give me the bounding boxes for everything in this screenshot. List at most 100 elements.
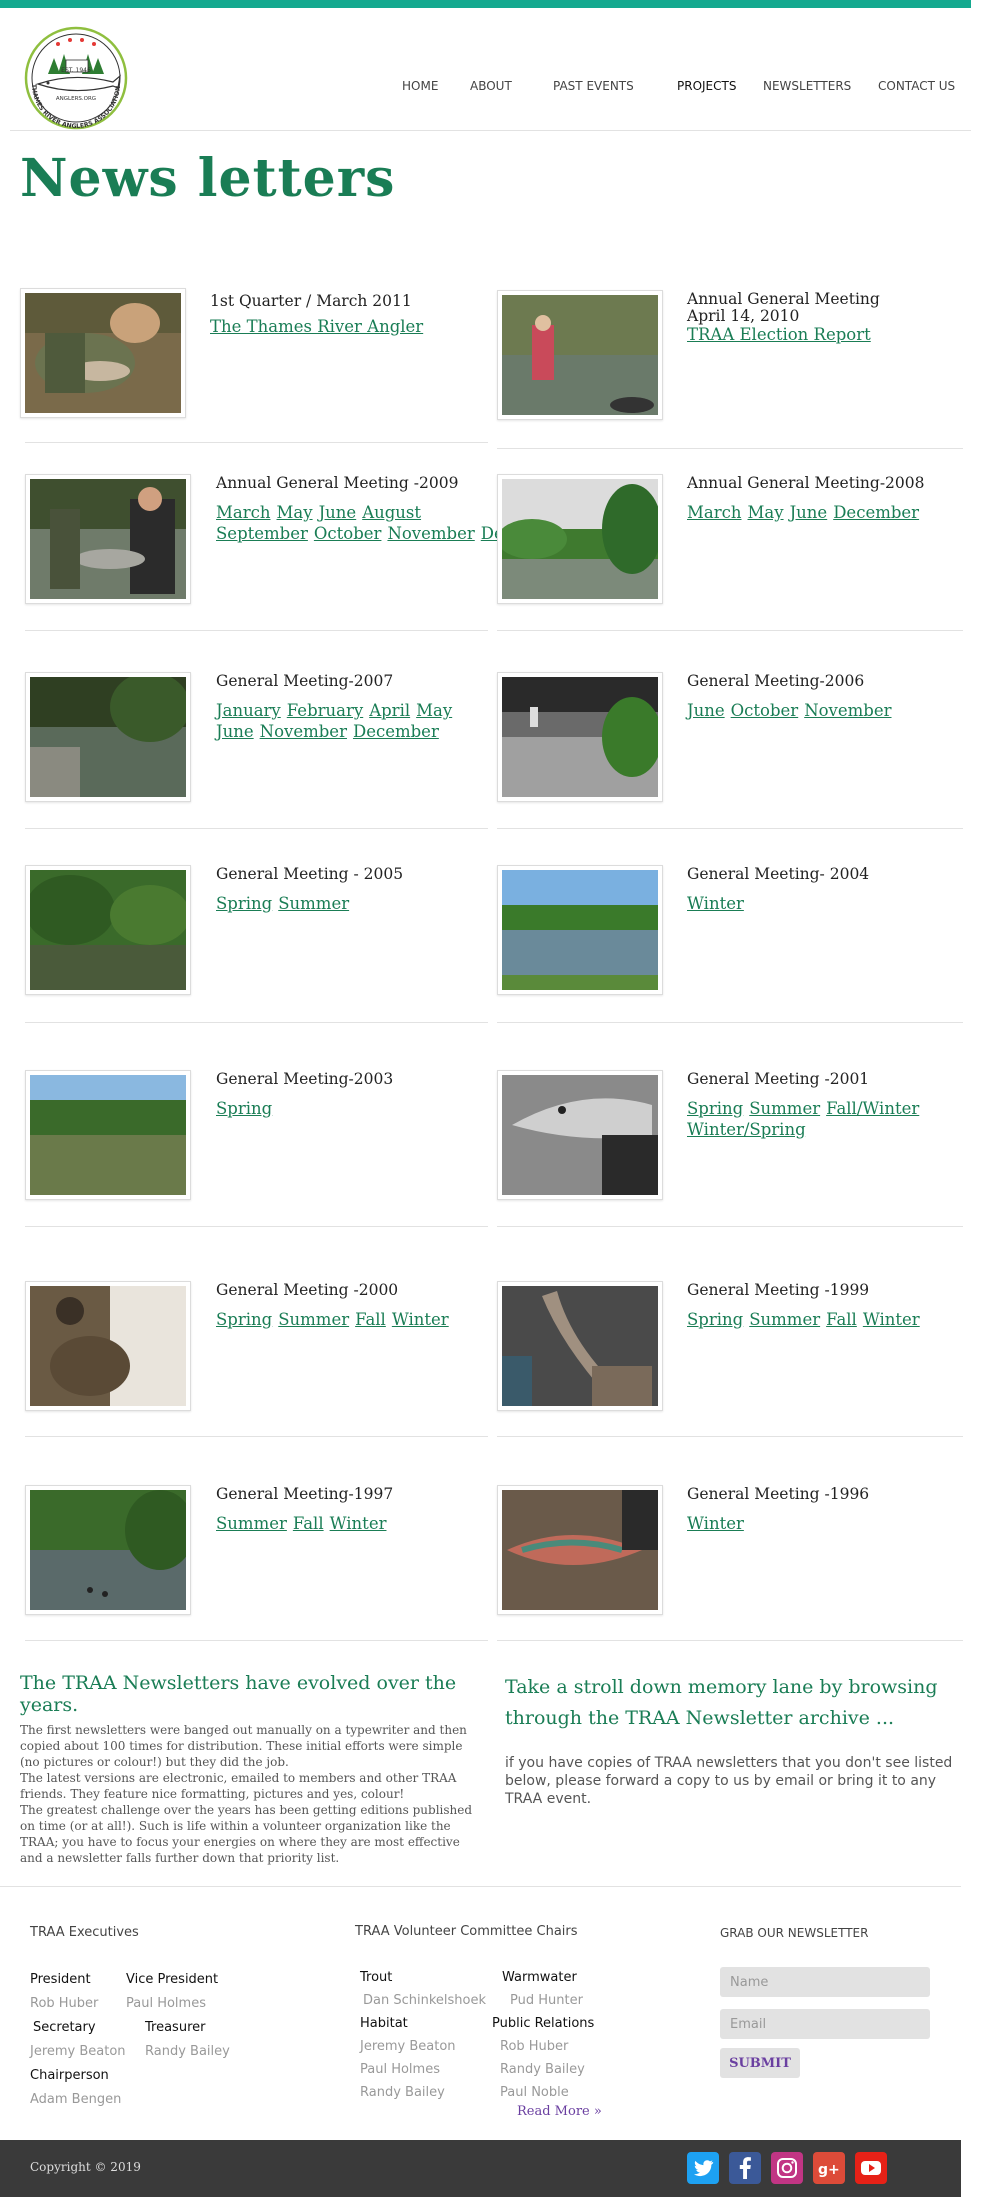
link-2005-spring[interactable]: Spring <box>216 894 272 913</box>
card-title: Annual General Meeting-2008 <box>687 474 925 492</box>
photo-green-river <box>25 865 191 995</box>
youtube-icon[interactable] <box>855 2152 887 2184</box>
link-2005-summer[interactable]: Summer <box>278 894 349 913</box>
link-2009-october[interactable]: October <box>314 524 382 543</box>
link-2000-spring[interactable]: Spring <box>216 1310 272 1329</box>
link-1997-fall[interactable]: Fall <box>293 1514 324 1533</box>
link-1996-winter[interactable]: Winter <box>687 1514 744 1533</box>
evolved-line: and a newsletter falls further down that… <box>20 1851 340 1865</box>
link-2007-november[interactable]: November <box>260 722 347 741</box>
card-title: General Meeting -1999 <box>687 1281 870 1299</box>
nav-past-events[interactable]: PAST EVENTS <box>553 79 634 93</box>
link-2009-september[interactable]: September <box>216 524 308 543</box>
nav-newsletters[interactable]: NEWSLETTERS <box>763 79 851 93</box>
submit-button[interactable]: SUBMIT <box>720 2048 800 2078</box>
habitat-label: Habitat <box>360 2016 408 2031</box>
link-2000-summer[interactable]: Summer <box>278 1310 349 1329</box>
photo-river-bank <box>25 672 191 802</box>
read-more-link[interactable]: Read More » <box>517 2104 602 2119</box>
newsletter-card-2011: 1st Quarter / March 2011 The Thames Rive… <box>20 288 480 438</box>
photo-wide-river <box>25 1070 191 1200</box>
link-1999-winter[interactable]: Winter <box>863 1310 920 1329</box>
card-title: 1st Quarter / March 2011 <box>210 292 412 310</box>
newsletter-link-thames-river-angler[interactable]: The Thames River Angler <box>210 317 423 336</box>
link-2000-fall[interactable]: Fall <box>355 1310 386 1329</box>
link-2001-winter-spring[interactable]: Winter/Spring <box>687 1120 806 1139</box>
link-1999-spring[interactable]: Spring <box>687 1310 743 1329</box>
link-2006-june[interactable]: June <box>687 701 725 720</box>
logo-est-text: EST. 1946 <box>61 67 91 74</box>
email-field[interactable] <box>720 2009 930 2039</box>
link-2007-december[interactable]: December <box>353 722 439 741</box>
card-links: Winter <box>687 1513 957 1534</box>
card-links: June October November <box>687 700 957 721</box>
executives-heading: TRAA Executives <box>30 1925 139 1940</box>
name-field[interactable] <box>720 1967 930 1997</box>
link-2006-october[interactable]: October <box>731 701 799 720</box>
row-divider <box>497 630 963 631</box>
link-2008-june[interactable]: June <box>790 503 828 522</box>
link-1997-summer[interactable]: Summer <box>216 1514 287 1533</box>
stroll-heading: Take a stroll down memory lane by browsi… <box>505 1676 938 1729</box>
newsletter-card-1997: General Meeting-1997 Summer Fall Winter <box>25 1485 485 1635</box>
link-2009-november[interactable]: November <box>387 524 474 543</box>
copyright-text: Copyright © 2019 <box>30 2160 141 2174</box>
link-1999-fall[interactable]: Fall <box>826 1310 857 1329</box>
row-divider <box>25 442 488 443</box>
chairperson-name: Adam Bengen <box>30 2092 122 2107</box>
card-links: TRAA Election Report <box>687 324 957 345</box>
public-relations-name: Randy Bailey <box>500 2062 585 2077</box>
link-1999-summer[interactable]: Summer <box>749 1310 820 1329</box>
link-2009-may[interactable]: May <box>277 503 313 522</box>
link-2008-december[interactable]: December <box>833 503 919 522</box>
evolved-line: (no pictures or colour!) but they did th… <box>20 1755 289 1769</box>
warmwater-label: Warmwater <box>502 1970 577 1985</box>
link-2001-spring[interactable]: Spring <box>687 1099 743 1118</box>
link-2009-march[interactable]: March <box>216 503 271 522</box>
evolved-line: TRAA; you have to focus your energies on… <box>20 1835 460 1849</box>
nav-about[interactable]: ABOUT <box>470 79 512 93</box>
link-2004-winter[interactable]: Winter <box>687 894 744 913</box>
link-2001-fall-winter[interactable]: Fall/Winter <box>826 1099 919 1118</box>
row-divider <box>497 1022 963 1023</box>
link-2006-november[interactable]: November <box>804 701 891 720</box>
link-1997-winter[interactable]: Winter <box>330 1514 387 1533</box>
row-divider <box>497 828 963 829</box>
link-2008-may[interactable]: May <box>748 503 784 522</box>
logo-url-text: ANGLERS.ORG <box>56 96 96 102</box>
row-divider <box>497 1226 963 1227</box>
link-2009-august[interactable]: August <box>362 503 421 522</box>
link-2007-february[interactable]: February <box>287 701 363 720</box>
evolved-line: The greatest challenge over the years ha… <box>20 1803 473 1817</box>
link-2008-march[interactable]: March <box>687 503 742 522</box>
link-2007-april[interactable]: April <box>369 701 410 720</box>
public-relations-name: Paul Noble <box>500 2085 569 2100</box>
photo-wader-in-river <box>497 290 663 420</box>
traa-logo[interactable]: EST. 1946 ANGLERS.ORG THAMES RIVER ANGLE… <box>18 24 138 134</box>
secretary-name: Jeremy Beaton <box>30 2044 126 2059</box>
facebook-icon[interactable] <box>729 2152 761 2184</box>
newsletter-card-2001: General Meeting -2001 Spring Summer Fall/W… <box>497 1070 957 1220</box>
newsletter-link-election-report[interactable]: TRAA Election Report <box>687 325 871 344</box>
vice-president-label: Vice President <box>126 1972 219 1987</box>
link-2007-january[interactable]: January <box>216 701 281 720</box>
link-2007-may[interactable]: May <box>416 701 452 720</box>
main-nav: HOME ABOUT PAST EVENTS PROJECTS NEWSLETT… <box>390 79 970 99</box>
newsletter-card-2007: General Meeting-2007 January February Apri… <box>25 672 485 822</box>
link-2007-june[interactable]: June <box>216 722 254 741</box>
nav-home[interactable]: HOME <box>402 79 438 93</box>
twitter-icon[interactable] <box>687 2152 719 2184</box>
link-2009-june[interactable]: June <box>319 503 357 522</box>
newsletter-card-1996: General Meeting -1996 Winter <box>497 1485 957 1635</box>
nav-contact-us[interactable]: CONTACT US <box>878 79 955 93</box>
link-2001-summer[interactable]: Summer <box>749 1099 820 1118</box>
evolved-body: The first newsletters were banged out ma… <box>20 1722 475 1866</box>
nav-projects[interactable]: PROJECTS <box>677 79 736 93</box>
warmwater-name: Pud Hunter <box>510 1993 583 2008</box>
link-2003-spring[interactable]: Spring <box>216 1099 272 1118</box>
link-2000-winter[interactable]: Winter <box>392 1310 449 1329</box>
instagram-icon[interactable] <box>771 2152 803 2184</box>
treasurer-name: Randy Bailey <box>145 2044 230 2059</box>
card-title: General Meeting-2003 <box>216 1070 394 1088</box>
google-plus-icon[interactable]: g+ <box>813 2152 845 2184</box>
